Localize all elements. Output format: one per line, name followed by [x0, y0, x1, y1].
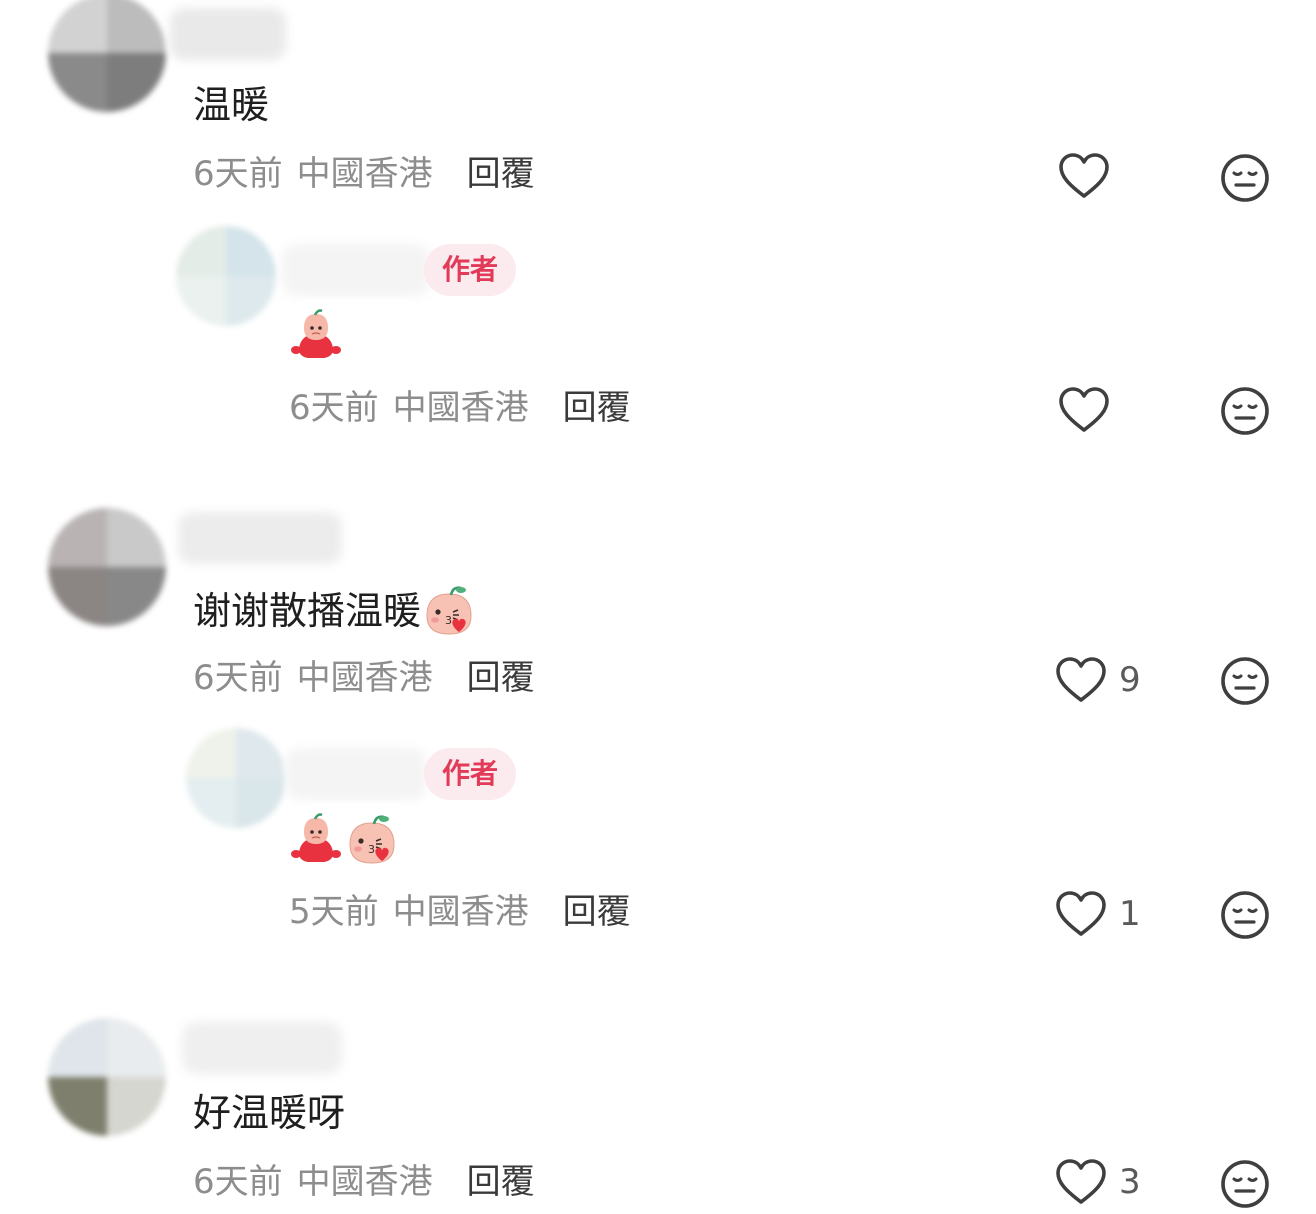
heart-icon: [1056, 1159, 1106, 1204]
meh-face-icon: [1221, 1160, 1269, 1208]
avatar[interactable]: [48, 1018, 166, 1136]
comment-time: 6天前: [193, 1162, 283, 1202]
like-button[interactable]: 3: [1055, 1158, 1141, 1206]
comment-text: 好温暖呀: [193, 1091, 346, 1135]
comment-meta: 6天前 中國香港 回覆: [193, 1160, 535, 1204]
like-count: 3: [1119, 1162, 1141, 1202]
dislike-button[interactable]: [1219, 1158, 1271, 1214]
username[interactable]: [182, 1022, 342, 1074]
comment-item: 好温暖呀 6天前 中國香港 回覆 3: [0, 0, 1316, 1208]
comment-location: 中國香港: [296, 1162, 433, 1202]
reply-button[interactable]: 回覆: [467, 1162, 535, 1202]
